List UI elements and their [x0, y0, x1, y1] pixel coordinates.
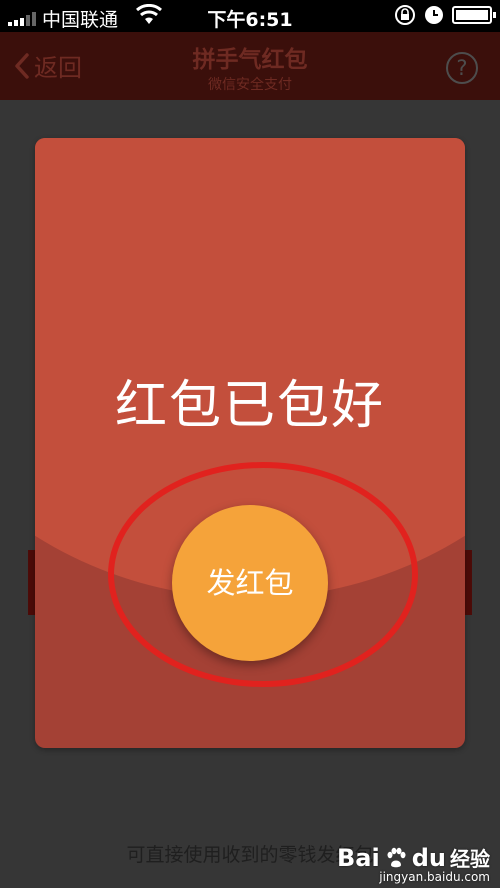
- alarm-clock-icon: [425, 6, 443, 24]
- nav-bar: 返回 拼手气红包 微信安全支付 ?: [0, 32, 500, 100]
- baidu-paw-icon: [387, 847, 406, 867]
- content-area: 红包已包好 发红包 可直接使用收到的零钱发红包 Bai du 经验 jingya…: [0, 100, 500, 888]
- watermark-domain: jingyan.baidu.com: [379, 870, 490, 884]
- page-title: 拼手气红包: [192, 47, 308, 73]
- help-icon[interactable]: ?: [446, 52, 478, 84]
- watermark-brand: Bai du 经验: [337, 843, 490, 872]
- watermark-brand-cn: 经验: [450, 847, 490, 871]
- watermark-brand-text: Bai: [337, 843, 380, 872]
- rotation-lock-icon: [395, 5, 415, 25]
- page-subtitle: 微信安全支付: [208, 77, 292, 93]
- envelope-message: 红包已包好: [114, 376, 385, 436]
- side-tab-right: [464, 550, 472, 615]
- send-red-envelope-button[interactable]: 发红包: [172, 505, 328, 661]
- battery-charging-icon: [452, 6, 496, 24]
- watermark-brand-suffix: du: [411, 843, 446, 872]
- baidu-jingyan-watermark: Bai du 经验 jingyan.baidu.com: [337, 843, 490, 885]
- status-bar: 中国联通 下午6:51: [0, 0, 500, 32]
